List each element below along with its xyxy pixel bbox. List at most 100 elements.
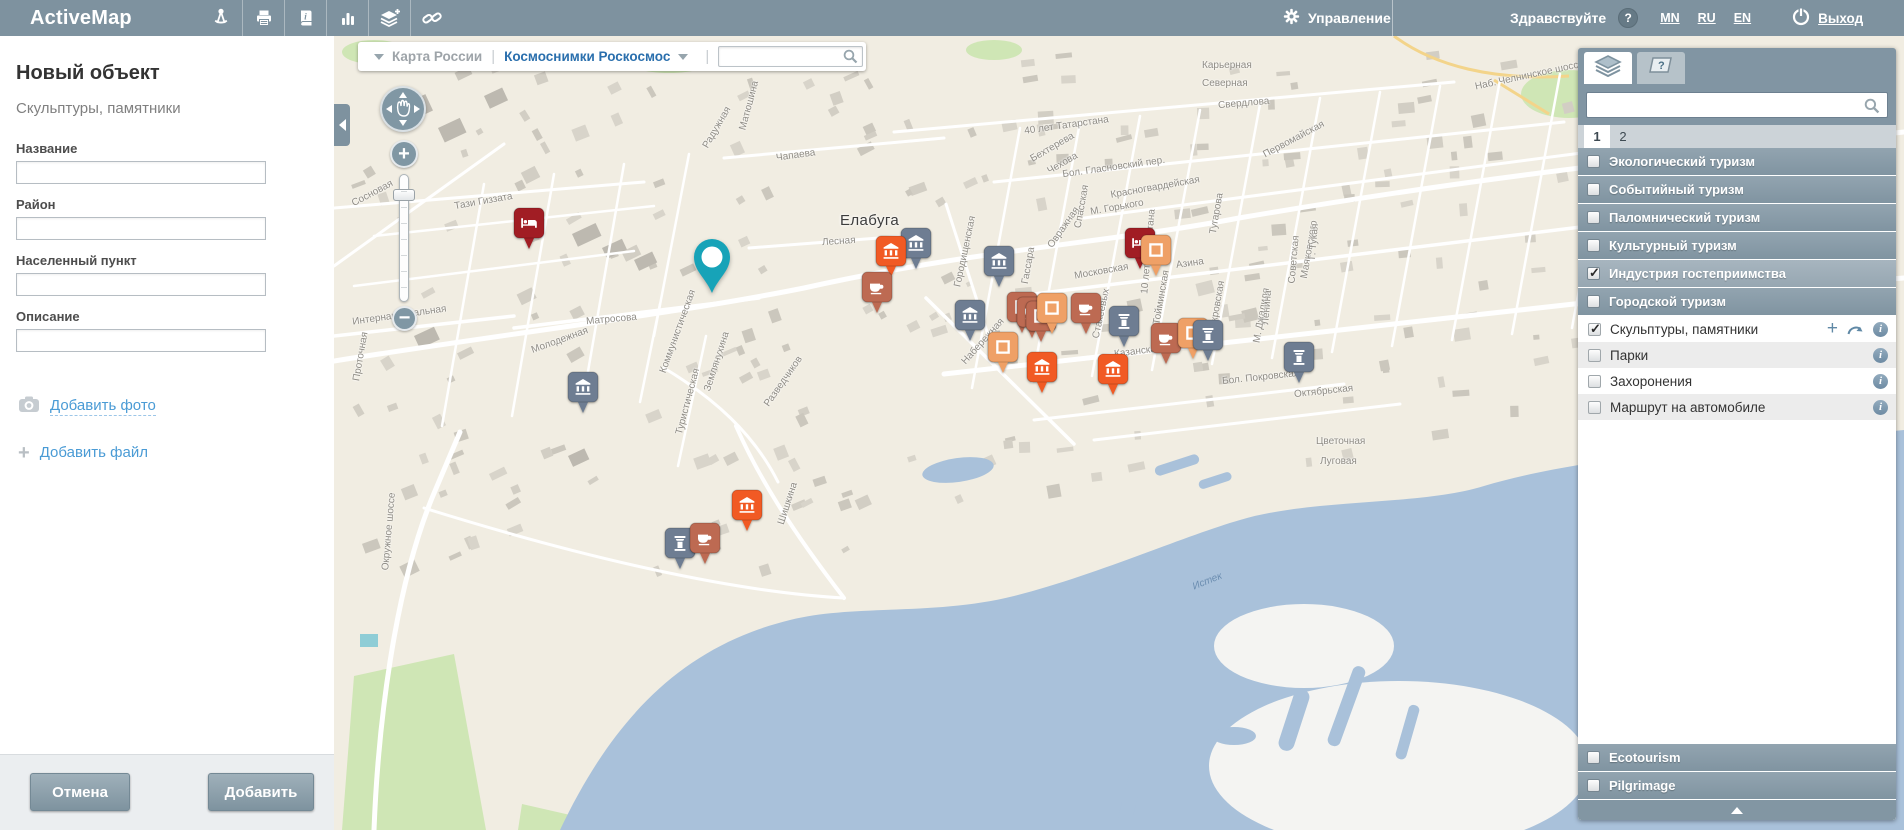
group-checkbox[interactable] — [1587, 211, 1600, 224]
logout-button[interactable]: Выход — [1791, 6, 1863, 31]
field-input-1[interactable] — [16, 217, 266, 240]
layer-group[interactable]: Pilgrimage — [1578, 772, 1896, 799]
chevron-down-icon[interactable] — [374, 54, 384, 60]
marker-bank[interactable] — [983, 245, 1015, 288]
language-link-ru[interactable]: RU — [1698, 11, 1716, 25]
layer-group[interactable]: Городской туризм — [1578, 288, 1896, 315]
marker-hotel[interactable] — [513, 207, 545, 250]
add-object-icon[interactable]: + — [1827, 321, 1838, 337]
group-checkbox[interactable] — [1587, 267, 1600, 280]
marker-coffee[interactable] — [689, 522, 721, 565]
cancel-button[interactable]: Отмена — [30, 773, 130, 811]
marker-coffee[interactable] — [1070, 292, 1102, 335]
tab-legend[interactable]: ? — [1637, 52, 1685, 84]
activemap-app: ActiveMap i Управление Здравствуйте ? MN… — [0, 0, 1904, 830]
info-icon[interactable]: i — [1873, 400, 1888, 415]
sublayer-row[interactable]: Маршрут на автомобилеi — [1578, 394, 1896, 420]
sublayer-checkbox[interactable] — [1588, 401, 1601, 414]
header-toolbar: i — [200, 0, 452, 36]
group-label: Городской туризм — [1609, 294, 1726, 309]
marker-frame[interactable] — [1036, 292, 1068, 335]
gear-icon — [1283, 8, 1300, 28]
chevron-down-icon[interactable] — [678, 54, 688, 60]
stats-icon[interactable] — [326, 0, 368, 36]
field-label: Название — [16, 141, 318, 156]
sublayer-checkbox[interactable] — [1588, 349, 1601, 362]
marker-coffee[interactable] — [861, 271, 893, 314]
group-checkbox[interactable] — [1587, 295, 1600, 308]
tab-layers[interactable] — [1584, 52, 1632, 84]
info-icon[interactable]: i — [1873, 348, 1888, 363]
marker-museum[interactable] — [1026, 351, 1058, 394]
print-icon[interactable] — [242, 0, 284, 36]
marker-column[interactable] — [1283, 341, 1315, 384]
sublayer-checkbox[interactable] — [1588, 375, 1601, 388]
panel-collapse-button[interactable] — [1578, 800, 1896, 820]
marker-frame[interactable] — [1140, 234, 1172, 277]
marker-museum[interactable] — [731, 489, 763, 532]
group-checkbox[interactable] — [1587, 183, 1600, 196]
sublayer-checkbox[interactable] — [1588, 323, 1601, 336]
field-input-2[interactable] — [16, 273, 266, 296]
group-label: Паломнический туризм — [1609, 210, 1760, 225]
sublayer-row[interactable]: Паркиi — [1578, 342, 1896, 368]
basemap-option-roscosmos[interactable]: Космоснимки Роскосмос — [504, 49, 670, 64]
guide-icon[interactable]: i — [284, 0, 326, 36]
field-input-3[interactable] — [16, 329, 266, 352]
hand-icon — [398, 101, 410, 117]
management-button[interactable]: Управление — [1283, 0, 1391, 36]
group-checkbox[interactable] — [1587, 779, 1600, 792]
sublayer-row[interactable]: Скульптуры, памятники+i — [1578, 316, 1896, 342]
search-icon[interactable] — [843, 49, 858, 64]
marker-bank[interactable] — [954, 299, 986, 342]
map-canvas[interactable]: СосноваяТази ГиззатаМатросоваМолодежнаяК… — [334, 36, 1904, 830]
submit-button[interactable]: Добавить — [208, 773, 314, 811]
panel-page-2[interactable]: 2 — [1610, 125, 1636, 148]
field-input-0[interactable] — [16, 161, 266, 184]
group-checkbox[interactable] — [1587, 239, 1600, 252]
marker-bank[interactable] — [567, 371, 599, 414]
basemap-option-russia[interactable]: Карта России — [392, 49, 482, 64]
group-checkbox[interactable] — [1587, 155, 1600, 168]
layer-group[interactable]: Индустрия гостеприимства — [1578, 260, 1896, 287]
language-link-en[interactable]: EN — [1734, 11, 1751, 25]
marker-frame[interactable] — [987, 331, 1019, 374]
pan-control[interactable] — [380, 86, 426, 132]
layer-group[interactable]: Культурный туризм — [1578, 232, 1896, 259]
measure-icon[interactable] — [200, 0, 242, 36]
basemap-switcher-bar: Карта России | Космоснимки Роскосмос | — [358, 42, 866, 71]
draw-route-icon[interactable] — [1847, 323, 1864, 336]
group-checkbox[interactable] — [1587, 751, 1600, 764]
layer-group[interactable]: Экологический туризм — [1578, 148, 1896, 175]
object-category-label: Скульптуры, памятники — [16, 100, 318, 117]
help-button[interactable]: ? — [1618, 8, 1638, 28]
zoom-slider[interactable] — [399, 174, 409, 302]
add-photo-label: Добавить фото — [50, 397, 156, 416]
layer-group[interactable]: Событийный туризм — [1578, 176, 1896, 203]
add-file-button[interactable]: + Добавить файл — [18, 444, 318, 461]
marker-column[interactable] — [1108, 305, 1140, 348]
page-title: Новый объект — [16, 62, 318, 85]
sidebar-collapse-button[interactable] — [334, 104, 350, 146]
chevron-left-icon — [339, 119, 346, 131]
language-link-mn[interactable]: MN — [1660, 11, 1679, 25]
zoom-in-button[interactable]: + — [390, 140, 418, 168]
layer-search-input[interactable] — [1586, 92, 1888, 118]
layer-group[interactable]: Ecotourism — [1578, 744, 1896, 771]
zoom-out-button[interactable]: − — [392, 306, 417, 331]
share-link-icon[interactable] — [410, 0, 452, 36]
field-label: Описание — [16, 309, 318, 324]
map-search-input[interactable] — [718, 46, 863, 67]
new-object-pin[interactable] — [688, 233, 736, 295]
info-icon[interactable]: i — [1873, 322, 1888, 337]
marker-column[interactable] — [1192, 319, 1224, 362]
add-layer-icon[interactable] — [368, 0, 410, 36]
marker-museum[interactable] — [1097, 353, 1129, 396]
panel-page-1[interactable]: 1 — [1584, 125, 1610, 148]
info-icon[interactable]: i — [1873, 374, 1888, 389]
layer-group[interactable]: Паломнический туризм — [1578, 204, 1896, 231]
sublayer-row[interactable]: Захороненияi — [1578, 368, 1896, 394]
layers-icon — [1594, 55, 1622, 82]
add-photo-button[interactable]: Добавить фото — [18, 395, 318, 418]
group-label: Ecotourism — [1609, 750, 1681, 765]
